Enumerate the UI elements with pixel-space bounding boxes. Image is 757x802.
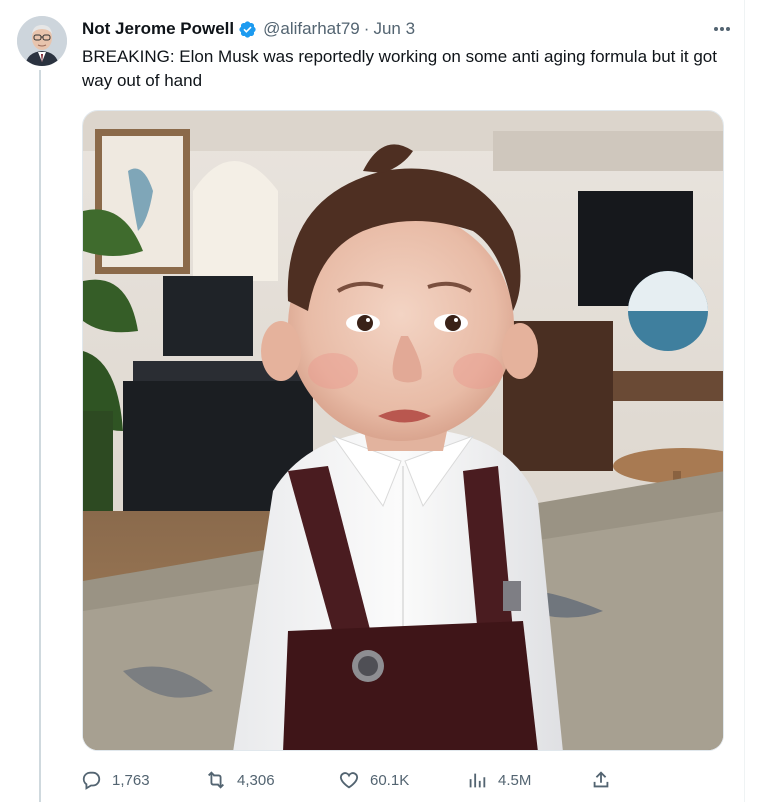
right-border <box>744 0 745 802</box>
photo-illustration <box>83 111 723 750</box>
tweet-header: Not Jerome Powell @alifarhat79 · Jun 3 <box>82 16 735 42</box>
tweet-date[interactable]: Jun 3 <box>373 19 415 39</box>
avatar-image <box>17 16 67 66</box>
share-icon <box>593 771 609 788</box>
share-button[interactable] <box>590 766 612 794</box>
retweet-button[interactable]: 4,306 <box>205 766 275 794</box>
retweet-icon <box>208 771 224 789</box>
thread-line <box>39 70 41 802</box>
avatar[interactable] <box>17 16 67 66</box>
author-handle[interactable]: @alifarhat79 <box>263 19 360 39</box>
reply-button[interactable]: 1,763 <box>80 766 150 794</box>
views-chart-icon <box>469 773 486 788</box>
separator-dot: · <box>363 19 370 38</box>
tweet-actions: 1,763 4,306 60.1K 4.5M <box>80 766 620 794</box>
reply-icon <box>82 771 101 790</box>
reply-count: 1,763 <box>112 771 150 789</box>
like-button[interactable]: 60.1K <box>338 766 409 794</box>
views-count: 4.5M <box>498 771 532 789</box>
tweet-media-image[interactable] <box>82 110 724 751</box>
like-count: 60.1K <box>370 771 410 789</box>
author-name[interactable]: Not Jerome Powell <box>82 19 234 39</box>
tweet-text: BREAKING: Elon Musk was reportedly worki… <box>82 47 717 90</box>
more-options-icon[interactable] <box>709 18 735 40</box>
retweet-count: 4,306 <box>237 771 275 789</box>
verified-badge-icon <box>238 20 257 39</box>
heart-icon <box>339 772 359 789</box>
views-button[interactable]: 4.5M <box>466 766 531 794</box>
